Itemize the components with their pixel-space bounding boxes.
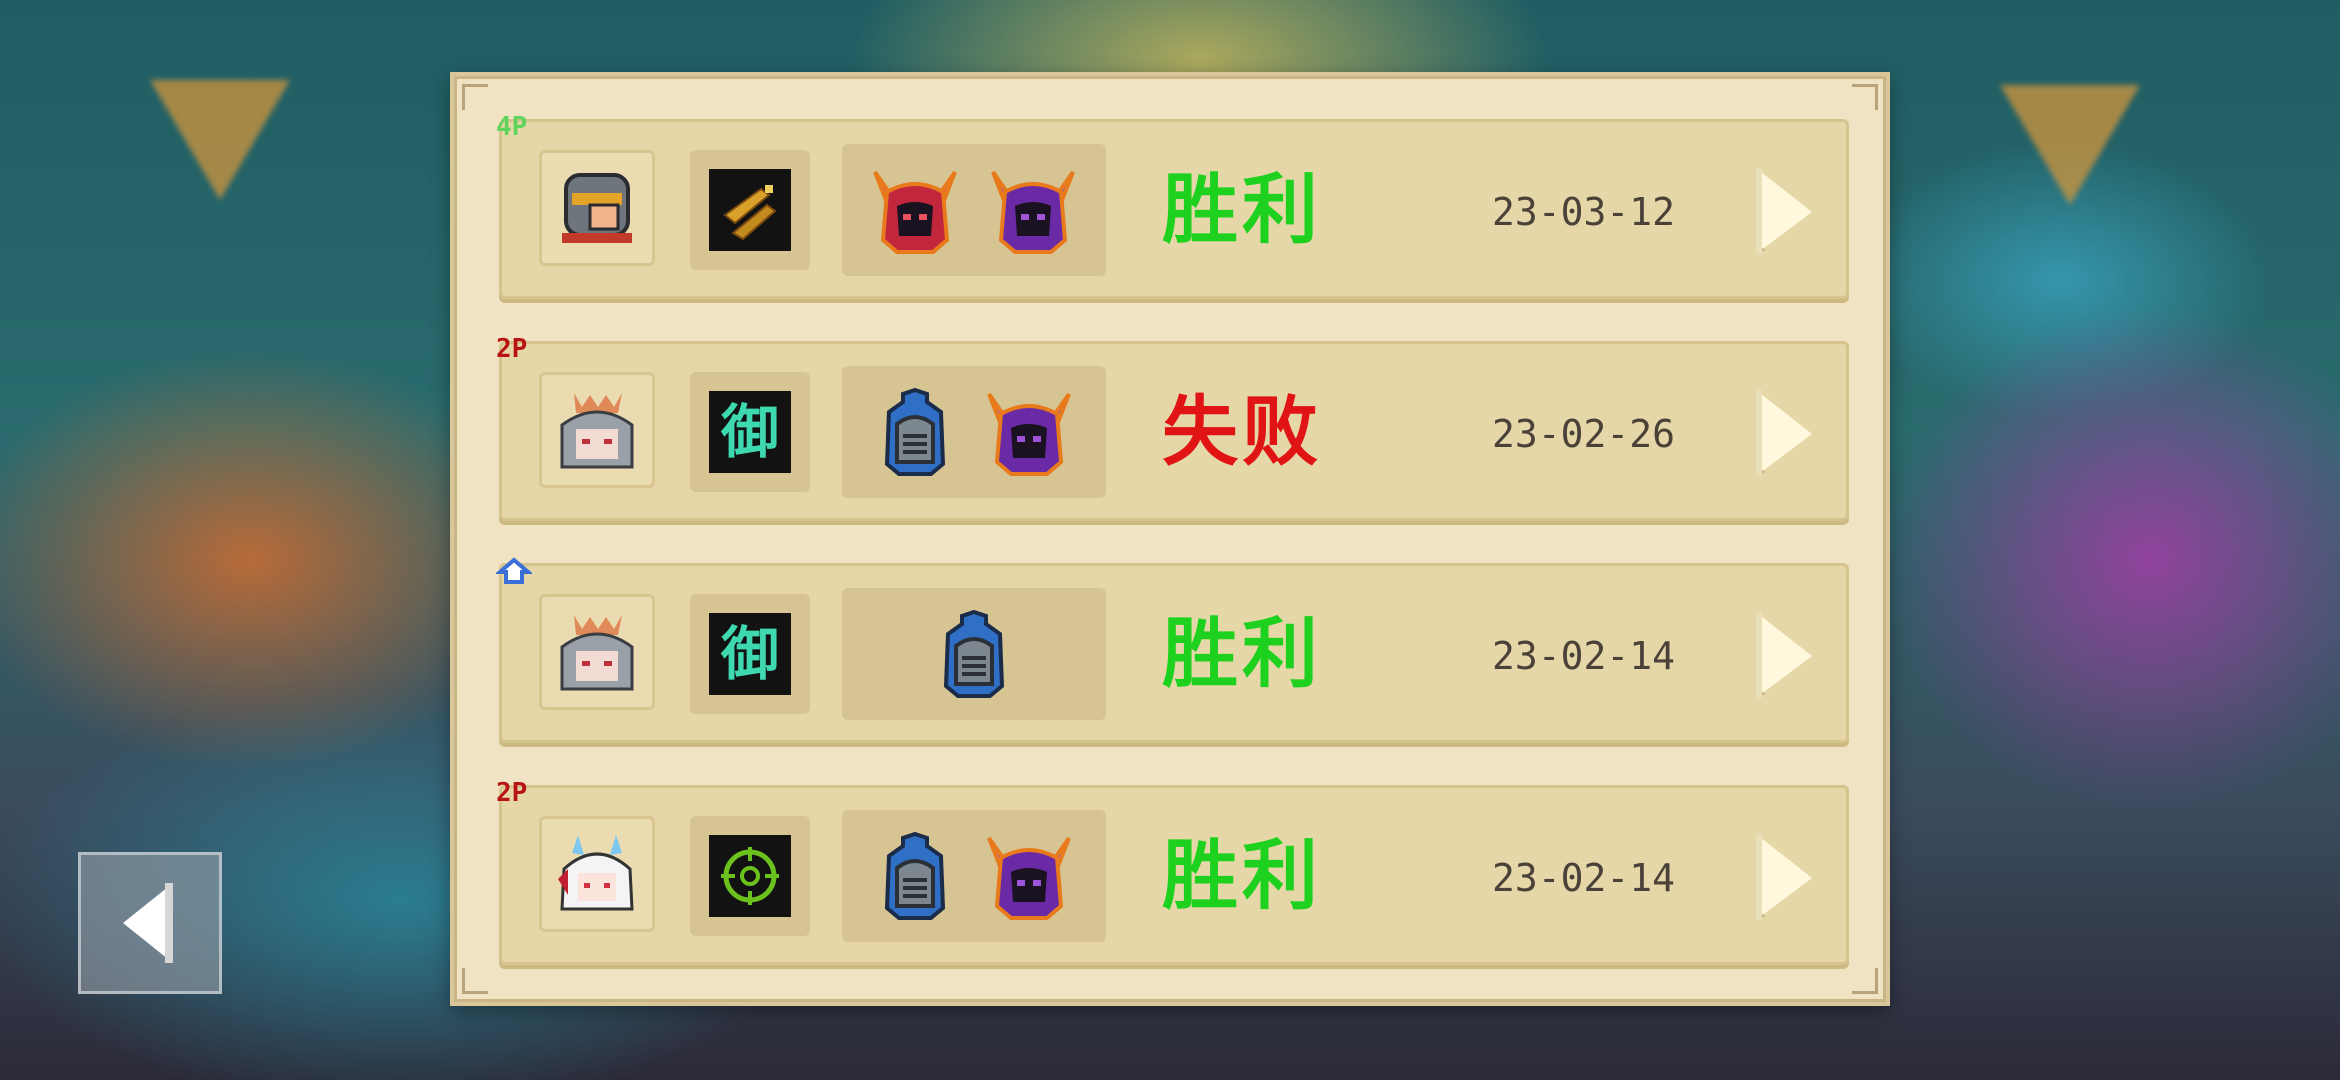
boss-slot (842, 366, 1106, 498)
silver-hair-hero-avatar (560, 615, 634, 691)
weapon-slot (690, 150, 810, 270)
hero-avatar-slot (539, 372, 655, 488)
date-label: 23-02-14 (1492, 634, 1676, 678)
defense-glyph-icon: 御 (720, 398, 779, 466)
detail-button[interactable] (1752, 164, 1816, 258)
weapon-frame: 御 (709, 613, 791, 695)
blue-knight-boss-icon (884, 831, 946, 920)
hero-avatar-slot (539, 150, 655, 266)
panel-corner-ornament (462, 84, 488, 110)
mode-badge: 2P (496, 778, 528, 808)
red-demon-boss-icon (873, 170, 957, 254)
blue-knight-boss-icon (884, 387, 946, 476)
weapon-slot: 御 (690, 372, 810, 492)
back-arrow-icon (123, 883, 173, 963)
chevron-right-icon (1756, 168, 1812, 254)
history-row[interactable]: 御 胜利 23-02-14 (494, 557, 1849, 743)
result-label: 胜利 (1162, 609, 1322, 698)
mode-badge: 4P (496, 112, 528, 142)
weapon-slot (690, 816, 810, 936)
target-scope-icon (721, 847, 779, 905)
mode-badge: 2P (496, 334, 528, 364)
white-hair-hero-avatar (558, 835, 634, 911)
result-label: 胜利 (1162, 165, 1322, 254)
detail-button[interactable] (1752, 830, 1816, 924)
history-row[interactable]: 2P 御 失败 23-02-26 (496, 334, 1849, 521)
back-button[interactable] (78, 852, 222, 994)
defense-glyph-icon: 御 (720, 620, 779, 688)
blue-knight-boss-icon (943, 609, 1005, 698)
golden-gun-icon (723, 185, 777, 241)
date-label: 23-02-26 (1492, 412, 1676, 456)
hero-avatar-slot (539, 594, 655, 710)
panel-corner-ornament (1852, 84, 1878, 110)
result-label: 失败 (1162, 387, 1322, 476)
history-row[interactable]: 2P 胜利 23-02-14 (496, 778, 1849, 965)
chevron-right-icon (1756, 834, 1812, 920)
date-label: 23-03-12 (1492, 190, 1676, 234)
panel-corner-ornament (462, 968, 488, 994)
chevron-right-icon (1756, 390, 1812, 476)
purple-demon-boss-icon (987, 836, 1071, 920)
date-label: 23-02-14 (1492, 856, 1676, 900)
result-label: 胜利 (1162, 831, 1322, 920)
weapon-frame: 御 (709, 391, 791, 473)
mode-badge (494, 556, 534, 593)
match-history-panel: 4P 胜利 23-03-12 2P 御 失败 23-02-26 御 胜利 23-… (450, 72, 1890, 1006)
purple-demon-boss-icon (991, 170, 1075, 254)
boss-slot (842, 810, 1106, 942)
purple-demon-boss-icon (987, 392, 1071, 476)
detail-button[interactable] (1752, 386, 1816, 480)
hero-avatar-slot (539, 816, 655, 932)
chevron-right-icon (1756, 612, 1812, 698)
weapon-frame (709, 169, 791, 251)
panel-corner-ornament (1852, 968, 1878, 994)
home-icon (494, 557, 534, 584)
boss-slot (842, 588, 1106, 720)
detail-button[interactable] (1752, 608, 1816, 702)
weapon-frame (709, 835, 791, 917)
history-row[interactable]: 4P 胜利 23-03-12 (496, 112, 1849, 299)
knight-hero-avatar (562, 173, 632, 243)
weapon-slot: 御 (690, 594, 810, 714)
boss-slot (842, 144, 1106, 276)
silver-hair-hero-avatar (560, 393, 634, 469)
